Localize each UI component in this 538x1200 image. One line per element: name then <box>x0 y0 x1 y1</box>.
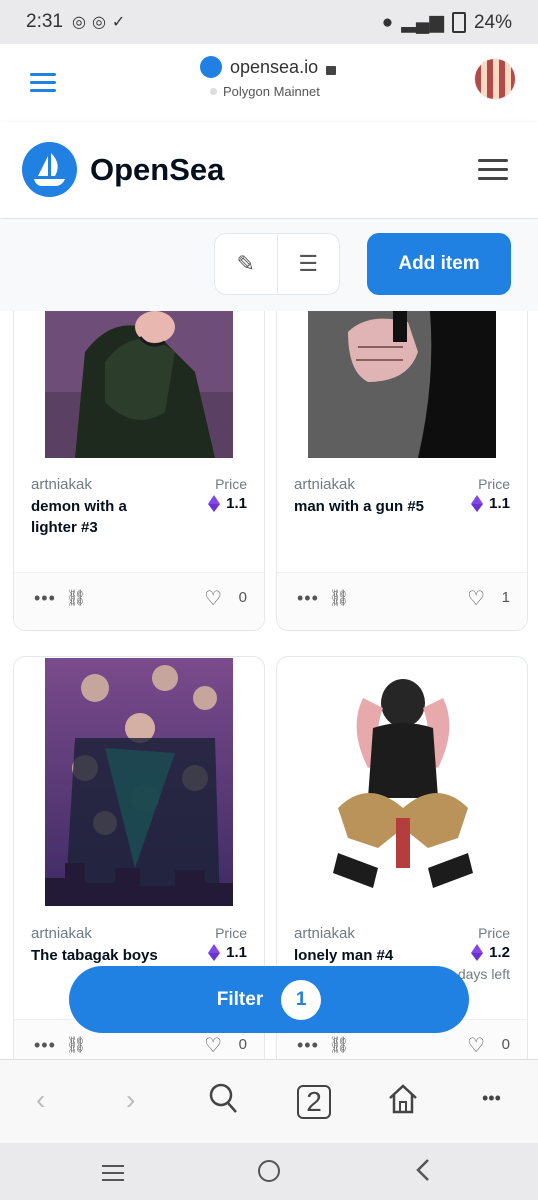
price-value: 1.1 <box>226 495 247 512</box>
item-image <box>45 311 233 458</box>
eth-icon <box>471 944 484 961</box>
eth-icon <box>208 495 221 512</box>
more-horizontal-icon[interactable]: ••• <box>34 1035 56 1056</box>
home-circle-icon[interactable] <box>257 1159 281 1190</box>
home-icon[interactable] <box>386 1082 420 1123</box>
eth-icon <box>471 495 484 512</box>
more-horizontal-icon[interactable]: ••• <box>34 588 56 609</box>
item-creator[interactable]: artniakak <box>31 925 92 942</box>
recents-icon[interactable] <box>100 1159 126 1190</box>
opensea-logo-icon[interactable] <box>22 142 77 197</box>
search-icon[interactable] <box>208 1082 238 1121</box>
item-image <box>45 658 233 906</box>
item-name[interactable]: demon with a lighter #3 <box>31 496 171 538</box>
like-count: 1 <box>501 589 510 606</box>
item-image <box>308 311 496 458</box>
item-card[interactable]: artniakak man with a gun #5 Price 1.1 ••… <box>276 311 528 631</box>
more-horizontal-icon[interactable]: ••• <box>297 1035 319 1056</box>
price-label: Price <box>215 476 247 492</box>
item-price: 1.1 <box>471 495 510 512</box>
item-name[interactable]: man with a gun #5 <box>294 496 434 517</box>
browser-nav-bar: ‹ › 2 ••• <box>0 1059 538 1144</box>
link-icon[interactable]: ⛓ <box>329 588 349 608</box>
system-nav-bar <box>0 1143 538 1200</box>
price-label: Price <box>478 476 510 492</box>
chevron-right-icon[interactable]: › <box>126 1084 135 1116</box>
url-text: opensea.io <box>230 56 319 77</box>
heart-icon[interactable]: ♡ <box>467 1033 485 1058</box>
url-box[interactable]: opensea.io Polygon Mainnet <box>200 56 337 99</box>
heart-icon[interactable]: ♡ <box>204 586 222 611</box>
notification-icons: ◎◎✓ <box>72 14 132 31</box>
more-horizontal-icon[interactable]: ••• <box>297 588 319 609</box>
battery-icon <box>451 12 466 33</box>
site-icon <box>200 56 222 78</box>
filter-button[interactable]: Filter 1 <box>69 966 469 1033</box>
collection-toolbar: ✎ ☰ Add item <box>0 219 538 311</box>
avatar[interactable] <box>474 58 516 100</box>
item-grid: artniakak demon with a lighter #3 Price … <box>0 311 538 1059</box>
item-creator[interactable]: artniakak <box>294 925 355 942</box>
item-image <box>308 658 496 906</box>
heart-icon[interactable]: ♡ <box>467 586 485 611</box>
add-item-button[interactable]: Add item <box>367 233 511 295</box>
view-toggle: ✎ ☰ <box>214 233 340 295</box>
price-label: Price <box>478 925 510 941</box>
chevron-left-icon[interactable]: ‹ <box>36 1084 45 1116</box>
tabs-button[interactable]: 2 <box>297 1085 331 1119</box>
price-value: 1.2 <box>489 944 510 961</box>
lock-icon <box>326 65 337 75</box>
item-card[interactable]: artniakak demon with a lighter #3 Price … <box>13 311 265 631</box>
pencil-icon[interactable]: ✎ <box>215 234 277 294</box>
network-dot <box>210 88 217 95</box>
menu-icon[interactable] <box>478 159 508 186</box>
like-count: 0 <box>501 1036 510 1053</box>
link-icon[interactable]: ⛓ <box>66 1035 86 1055</box>
list-icon[interactable]: ☰ <box>276 234 340 294</box>
site-header: OpenSea <box>0 122 538 218</box>
heart-icon[interactable]: ♡ <box>204 1033 222 1058</box>
card-footer: ••• ⛓ ♡ 0 <box>14 572 264 630</box>
item-name[interactable]: lonely man #4 <box>294 945 434 966</box>
filter-count-badge: 1 <box>281 979 322 1020</box>
like-count: 0 <box>238 589 247 606</box>
battery-level: 24% <box>473 11 512 33</box>
time-left: days left <box>457 966 510 982</box>
eth-icon <box>208 944 221 961</box>
item-price: 1.1 <box>208 495 247 512</box>
item-price: 1.1 <box>208 944 247 961</box>
price-value: 1.1 <box>489 495 510 512</box>
like-count: 0 <box>238 1036 247 1053</box>
link-icon[interactable]: ⛓ <box>329 1035 349 1055</box>
hamburger-icon[interactable] <box>30 73 56 97</box>
signal-icon: ▂▄▆ <box>401 12 444 33</box>
card-footer: ••• ⛓ ♡ 1 <box>277 572 527 630</box>
item-creator[interactable]: artniakak <box>31 476 92 493</box>
item-name[interactable]: The tabagak boys <box>31 945 171 966</box>
brand-name[interactable]: OpenSea <box>90 152 224 188</box>
link-icon[interactable]: ⛓ <box>66 588 86 608</box>
item-creator[interactable]: artniakak <box>294 476 355 493</box>
status-bar: 2:31 ◎◎✓ ● ▂▄▆ 24% <box>0 0 538 44</box>
more-horizontal-icon[interactable]: ••• <box>482 1088 501 1109</box>
browser-bar: opensea.io Polygon Mainnet <box>0 44 538 123</box>
item-price: 1.2 <box>471 944 510 961</box>
network-name: Polygon Mainnet <box>223 84 320 99</box>
back-icon[interactable] <box>414 1157 432 1190</box>
price-value: 1.1 <box>226 944 247 961</box>
price-label: Price <box>215 925 247 941</box>
filter-label: Filter <box>216 988 264 1010</box>
status-time: 2:31 <box>26 11 63 32</box>
wifi-icon: ● <box>381 11 394 33</box>
status-right: ● ▂▄▆ 24% <box>382 11 512 34</box>
